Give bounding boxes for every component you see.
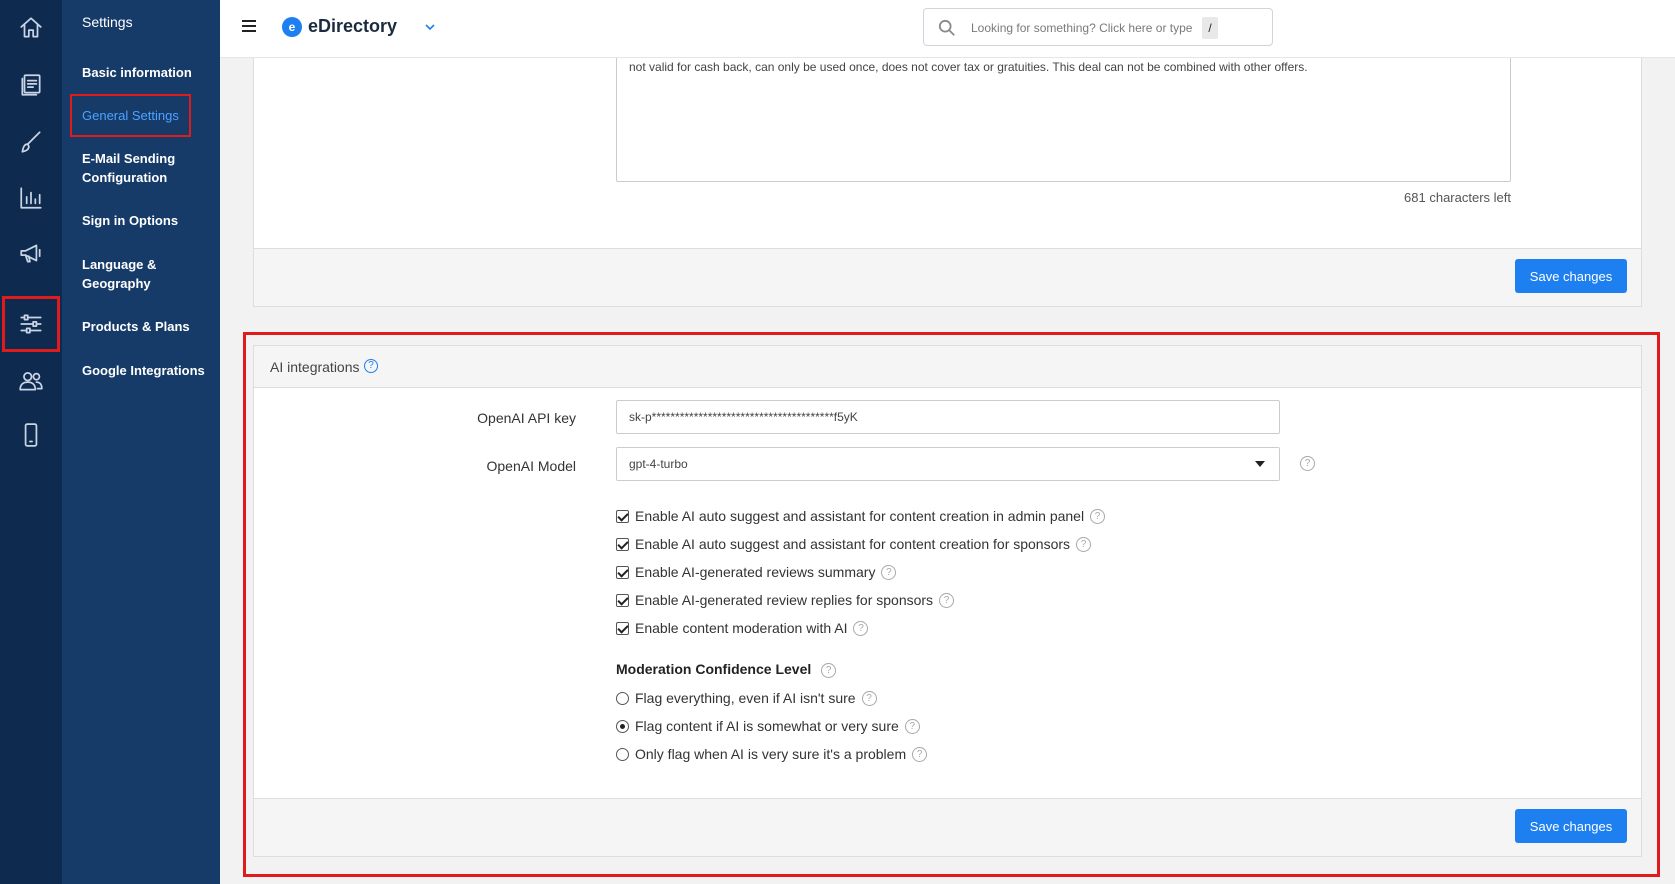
checkbox[interactable]	[616, 537, 629, 551]
help-icon[interactable]: ?	[939, 592, 955, 608]
help-icon[interactable]: ?	[821, 662, 837, 678]
promote-icon[interactable]	[6, 228, 56, 278]
api-key-input[interactable]: sk-p************************************…	[616, 400, 1280, 434]
radio-row-somewhat-sure[interactable]: Flag content if AI is somewhat or very s…	[616, 718, 920, 734]
checkbox[interactable]	[616, 621, 629, 635]
design-icon[interactable]	[6, 117, 56, 167]
checkbox-row-sponsor-suggest[interactable]: Enable AI auto suggest and assistant for…	[616, 536, 1092, 552]
characters-left-counter: 681 characters left	[1404, 190, 1511, 205]
radio-button[interactable]	[616, 719, 629, 733]
search-shortcut-key: /	[1202, 17, 1218, 39]
model-select-value: gpt-4-turbo	[629, 457, 688, 471]
content-icon[interactable]	[6, 60, 56, 110]
radio-label: Flag everything, even if AI isn't sure	[635, 690, 856, 706]
top-bar: e eDirectory Looking for something? Clic…	[220, 0, 1675, 58]
checkbox-label: Enable AI-generated review replies for s…	[635, 592, 934, 608]
hamburger-menu-icon[interactable]	[242, 20, 256, 32]
nav-item-sign-in-options[interactable]: Sign in Options	[82, 211, 212, 230]
settings-nav-title: Settings	[82, 14, 133, 30]
brand-name: eDirectory	[308, 16, 398, 36]
api-key-label: OpenAI API key	[477, 410, 576, 426]
brand-switcher[interactable]: e eDirectory	[282, 16, 435, 37]
help-icon[interactable]: ?	[1076, 536, 1092, 552]
nav-item-email-sending-configuration[interactable]: E-Mail Sending Configuration	[82, 149, 192, 187]
ai-panel-header: AI integrations ?	[254, 346, 1641, 388]
radio-label: Flag content if AI is somewhat or very s…	[635, 718, 899, 734]
help-icon[interactable]: ?	[1090, 508, 1106, 524]
radio-label: Only flag when AI is very sure it's a pr…	[635, 746, 907, 762]
radio-row-very-sure[interactable]: Only flag when AI is very sure it's a pr…	[616, 746, 928, 762]
checkbox-row-content-moderation[interactable]: Enable content moderation with AI ?	[616, 620, 869, 636]
settings-sliders-icon[interactable]	[2, 296, 60, 352]
checkbox-row-admin-suggest[interactable]: Enable AI auto suggest and assistant for…	[616, 508, 1106, 524]
help-icon[interactable]: ?	[904, 718, 920, 734]
checkbox-row-reviews-summary[interactable]: Enable AI-generated reviews summary ?	[616, 564, 897, 580]
search-icon	[938, 19, 955, 36]
chevron-down-icon[interactable]	[425, 22, 435, 32]
radio-button[interactable]	[616, 747, 629, 761]
settings-nav: Settings Basic information General Setti…	[62, 0, 220, 884]
checkbox[interactable]	[616, 509, 629, 523]
checkbox-label: Enable AI-generated reviews summary	[635, 564, 876, 580]
nav-item-general-settings[interactable]: General Settings	[70, 94, 191, 137]
global-search-input[interactable]: Looking for something? Click here or typ…	[923, 8, 1273, 46]
brand-logo: e	[282, 16, 302, 37]
help-icon[interactable]: ?	[364, 359, 378, 373]
help-icon[interactable]: ?	[853, 620, 869, 636]
nav-item-basic-information[interactable]: Basic information	[82, 63, 212, 82]
home-icon[interactable]	[6, 3, 56, 53]
checkbox[interactable]	[616, 593, 629, 607]
help-icon[interactable]: ?	[881, 564, 897, 580]
checkbox-label: Enable AI auto suggest and assistant for…	[635, 508, 1085, 524]
description-text: not valid for cash back, can only be use…	[629, 60, 1308, 74]
radio-button[interactable]	[616, 691, 629, 705]
moderation-level-title: Moderation Confidence Level ?	[616, 661, 837, 678]
nav-item-products-plans[interactable]: Products & Plans	[82, 317, 212, 336]
description-textarea[interactable]: not valid for cash back, can only be use…	[616, 48, 1511, 182]
caret-down-icon	[1255, 461, 1265, 467]
reports-icon[interactable]	[6, 173, 56, 223]
model-label: OpenAI Model	[486, 458, 577, 474]
nav-item-language-geography[interactable]: Language & Geography	[82, 255, 172, 293]
search-placeholder: Looking for something? Click here or typ…	[971, 21, 1193, 35]
moderation-level-title-text: Moderation Confidence Level	[616, 661, 812, 677]
ai-integrations-panel: AI integrations ? OpenAI API key sk-p***…	[253, 345, 1642, 857]
help-icon[interactable]: ?	[861, 690, 877, 706]
checkbox[interactable]	[616, 565, 629, 579]
checkbox-label: Enable AI auto suggest and assistant for…	[635, 536, 1071, 552]
mobile-icon[interactable]	[6, 410, 56, 460]
save-changes-button[interactable]: Save changes	[1515, 809, 1627, 843]
checkbox-label: Enable content moderation with AI	[635, 620, 848, 636]
save-changes-button[interactable]: Save changes	[1515, 259, 1627, 293]
ai-panel-title: AI integrations	[270, 359, 360, 375]
checkbox-row-review-replies[interactable]: Enable AI-generated review replies for s…	[616, 592, 955, 608]
ai-panel-footer: Save changes	[254, 798, 1641, 856]
top-panel-footer: Save changes	[253, 248, 1642, 307]
users-icon[interactable]	[6, 356, 56, 406]
model-select[interactable]: gpt-4-turbo	[616, 447, 1280, 481]
icon-rail	[0, 0, 62, 884]
nav-item-google-integrations[interactable]: Google Integrations	[82, 361, 212, 380]
deal-description-panel: not valid for cash back, can only be use…	[253, 48, 1642, 248]
radio-row-flag-everything[interactable]: Flag everything, even if AI isn't sure ?	[616, 690, 877, 706]
model-help-icon[interactable]: ?	[1300, 456, 1315, 471]
help-icon[interactable]: ?	[912, 746, 928, 762]
